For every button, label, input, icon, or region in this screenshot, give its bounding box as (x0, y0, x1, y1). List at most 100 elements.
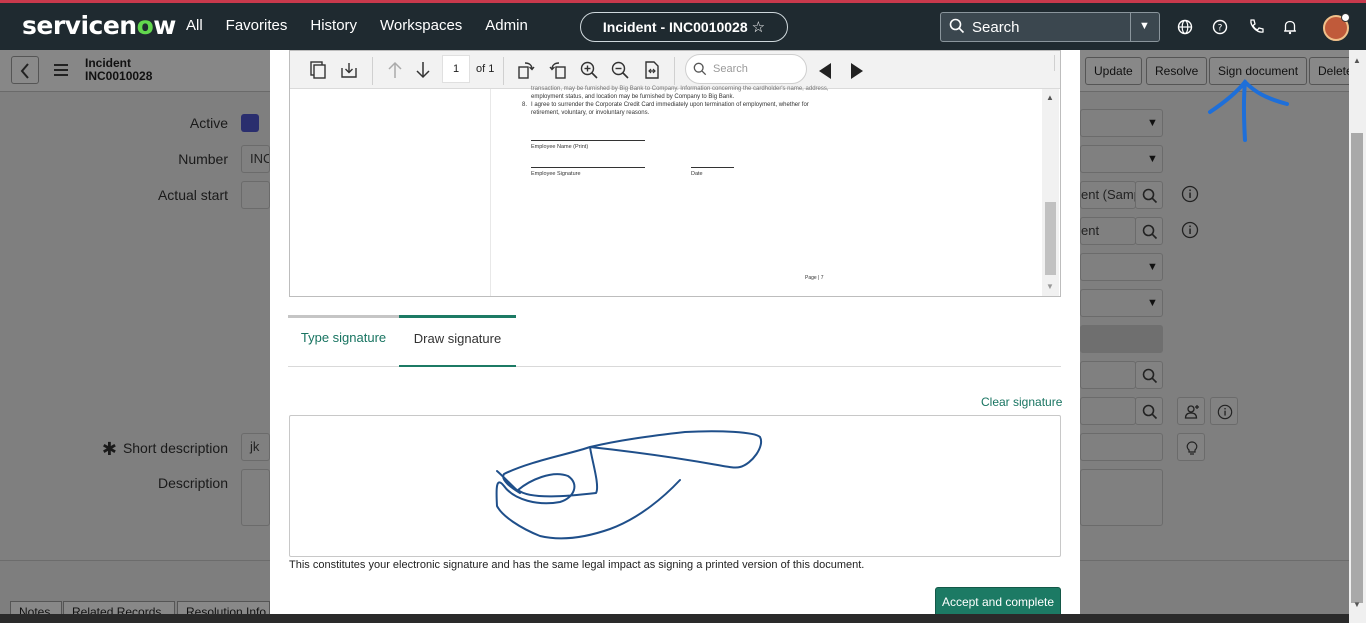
category-lookup-button[interactable] (1135, 217, 1163, 245)
nav-link-all[interactable]: All (186, 17, 203, 34)
next-match-icon[interactable] (846, 61, 866, 81)
delete-button[interactable]: Delete (1309, 57, 1353, 85)
nav-links: All Favorites History Workspaces Admin (186, 17, 551, 34)
assign-to-me-button[interactable] (1177, 397, 1205, 425)
short-description-label: ✱ Short description (101, 439, 228, 459)
copy-icon[interactable] (308, 60, 328, 80)
pdf-search-input[interactable]: Search (685, 54, 807, 84)
download-icon[interactable] (339, 60, 359, 80)
pdf-text-line: retirement, voluntary, or involuntary re… (531, 110, 650, 116)
nav-link-history[interactable]: History (310, 17, 357, 34)
number-field[interactable]: INC (241, 145, 270, 173)
employee-signature-caption: Employee Signature (531, 171, 581, 177)
category-field[interactable]: ent (1080, 217, 1136, 245)
active-label: Active (189, 115, 228, 131)
search-icon (1142, 224, 1158, 240)
rotate-counterclockwise-icon[interactable] (548, 60, 568, 80)
rotate-clockwise-icon[interactable] (516, 60, 536, 80)
active-checkbox[interactable] (241, 114, 259, 132)
nav-link-admin[interactable]: Admin (485, 17, 528, 34)
clear-signature-link[interactable]: Clear signature (981, 395, 1062, 409)
pdf-viewer: 1 of 1 Search transaction, may be furnis… (289, 50, 1061, 297)
assigned-info-button[interactable] (1210, 397, 1238, 425)
nav-link-favorites[interactable]: Favorites (226, 17, 288, 34)
zoom-out-icon[interactable] (610, 60, 630, 80)
nav-link-workspaces[interactable]: Workspaces (380, 17, 462, 34)
presence-indicator (1341, 13, 1350, 22)
back-button[interactable] (11, 56, 39, 84)
pdf-scrollbar-thumb[interactable] (1045, 202, 1056, 275)
pdf-search-placeholder: Search (713, 63, 748, 75)
required-icon: ✱ (101, 439, 117, 459)
search-icon (1142, 188, 1158, 204)
signature-canvas[interactable] (289, 415, 1061, 557)
chevron-down-icon: ▼ (1147, 297, 1158, 309)
search-icon (693, 62, 707, 76)
caller-lookup-button[interactable] (1135, 181, 1163, 209)
os-taskbar (0, 614, 1349, 623)
bell-icon[interactable] (1281, 18, 1299, 36)
help-icon[interactable]: ? (1211, 18, 1229, 36)
search-icon (949, 18, 965, 34)
scroll-up-icon[interactable]: ▲ (1353, 56, 1361, 65)
arrow-down-icon[interactable] (413, 60, 433, 80)
zoom-in-icon[interactable] (579, 60, 599, 80)
pdf-text-line: I agree to surrender the Corporate Credi… (531, 102, 809, 108)
fit-page-icon[interactable] (642, 60, 662, 80)
category-info-button[interactable] (1177, 217, 1205, 245)
short-description-field-right[interactable] (1080, 433, 1163, 461)
signature-line (531, 167, 645, 168)
number-label: Number (178, 151, 228, 167)
caller-info-button[interactable] (1177, 181, 1205, 209)
scrollbar-thumb[interactable] (1351, 133, 1363, 603)
chevron-down-icon: ▼ (1147, 153, 1158, 165)
page-number-input[interactable]: 1 (442, 55, 470, 83)
page-footer: Page | 7 (805, 275, 824, 281)
description-field-right[interactable] (1080, 469, 1163, 526)
lookup-button-2[interactable] (1135, 397, 1163, 425)
tab-draw-signature[interactable]: Draw signature (399, 315, 516, 367)
actual-start-label: Actual start (157, 187, 228, 203)
phone-icon[interactable] (1247, 18, 1265, 36)
info-icon (1181, 221, 1199, 239)
svg-text:?: ? (1218, 24, 1223, 34)
description-field[interactable] (241, 469, 270, 526)
update-button[interactable]: Update (1085, 57, 1142, 85)
user-avatar[interactable] (1323, 13, 1350, 41)
lookup-field-1[interactable] (1080, 361, 1136, 389)
accept-and-complete-button[interactable]: Accept and complete (935, 587, 1061, 617)
info-icon (1181, 185, 1199, 203)
search-icon (1142, 404, 1158, 420)
star-icon[interactable]: ☆ (752, 19, 765, 36)
page-count: of 1 (476, 63, 495, 75)
scroll-up-icon[interactable]: ▲ (1046, 93, 1054, 102)
caller-field[interactable]: ent (Samp (1080, 181, 1136, 209)
name-line (531, 140, 645, 141)
resolve-button[interactable]: Resolve (1146, 57, 1208, 85)
sign-document-modal: 1 of 1 Search transaction, may be furnis… (270, 50, 1080, 623)
previous-match-icon[interactable] (816, 61, 836, 81)
description-label: Description (157, 475, 228, 491)
scroll-down-icon[interactable]: ▼ (1046, 282, 1054, 291)
scroll-down-icon[interactable]: ▼ (1353, 600, 1361, 609)
actual-start-field[interactable] (241, 181, 270, 209)
record-title: Incident INC0010028 (85, 57, 152, 83)
context-pill[interactable]: Incident - INC0010028 ☆ (580, 12, 788, 42)
tab-type-signature[interactable]: Type signature (288, 315, 399, 367)
chevron-left-icon (20, 63, 29, 79)
suggestion-button[interactable] (1177, 433, 1205, 461)
lookup-field-2[interactable] (1080, 397, 1136, 425)
globe-icon[interactable] (1176, 18, 1194, 36)
signature-disclaimer: This constitutes your electronic signatu… (289, 559, 865, 571)
pdf-page: transaction, may be furnished by Big Ban… (490, 86, 1040, 296)
short-description-field[interactable]: jk (241, 433, 270, 461)
chevron-down-icon[interactable]: ▼ (1139, 20, 1150, 32)
servicenow-logo[interactable]: servicenow (22, 11, 176, 40)
lookup-button-1[interactable] (1135, 361, 1163, 389)
page-scrollbar[interactable]: ▲ ▼ (1349, 50, 1366, 623)
pdf-scrollbar[interactable]: ▲ ▼ (1042, 89, 1059, 296)
arrow-up-icon[interactable] (385, 60, 405, 80)
global-search[interactable]: Search ▼ (940, 12, 1160, 42)
menu-icon[interactable] (54, 64, 68, 76)
drawn-signature (495, 430, 763, 540)
